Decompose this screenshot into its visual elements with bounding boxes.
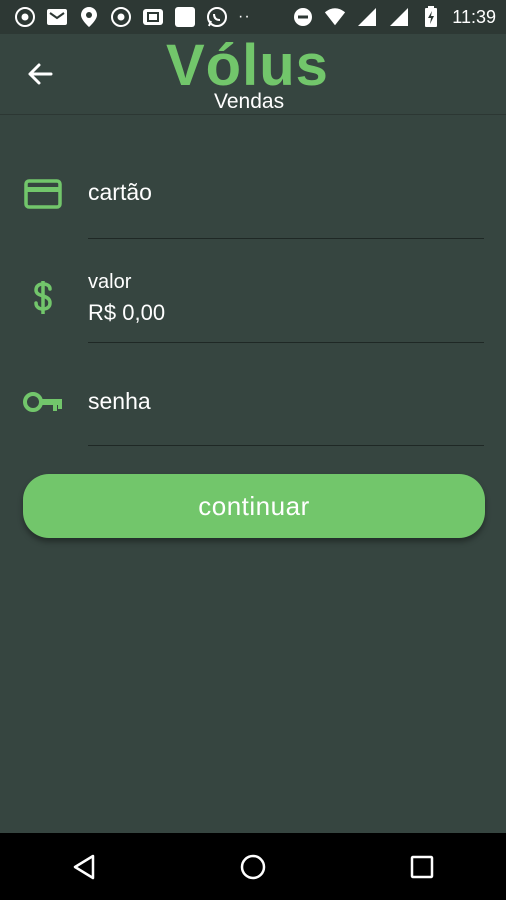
amount-underline bbox=[88, 342, 484, 343]
do-not-disturb-icon bbox=[292, 6, 314, 28]
nav-recents-icon bbox=[410, 855, 433, 878]
clock: 11:39 bbox=[452, 6, 496, 27]
nav-recents-button[interactable] bbox=[392, 837, 452, 897]
logo-subtitle: Vendas bbox=[214, 90, 285, 113]
nav-home-button[interactable] bbox=[223, 837, 283, 897]
nav-back-button[interactable] bbox=[54, 837, 114, 897]
maps-pin-icon bbox=[78, 6, 100, 28]
card-input[interactable]: cartão bbox=[88, 179, 152, 206]
app-logo: Vólus Vendas bbox=[166, 33, 346, 114]
credit-card-icon bbox=[22, 178, 64, 210]
dollar-icon bbox=[22, 280, 64, 316]
back-button[interactable] bbox=[22, 56, 58, 92]
logo-wordmark: Vólus bbox=[166, 33, 329, 98]
wifi-icon bbox=[324, 6, 346, 28]
nav-back-icon bbox=[74, 854, 95, 879]
password-input[interactable]: senha bbox=[88, 388, 151, 415]
battery-charging-icon bbox=[420, 6, 442, 28]
arrow-back-icon bbox=[28, 63, 53, 85]
card-underline bbox=[88, 238, 484, 239]
nav-home-icon bbox=[240, 854, 266, 879]
gmail-icon bbox=[46, 6, 68, 28]
continue-button[interactable]: continuar bbox=[23, 474, 485, 538]
blank-app-icon bbox=[174, 6, 196, 28]
chrome-icon bbox=[14, 6, 36, 28]
system-icons: 11:39 bbox=[292, 6, 496, 28]
chrome-icon bbox=[110, 6, 132, 28]
amount-input[interactable]: R$ 0,00 bbox=[88, 300, 165, 326]
status-bar: ·· 11:39 bbox=[0, 0, 506, 34]
signal-icon bbox=[356, 6, 378, 28]
more-notifications-indicator: ·· bbox=[238, 8, 251, 25]
password-underline bbox=[88, 445, 484, 446]
signal-icon bbox=[388, 6, 410, 28]
cast-icon bbox=[142, 6, 164, 28]
notification-icons: ·· bbox=[14, 6, 251, 28]
system-nav-bar bbox=[0, 833, 506, 900]
key-icon bbox=[22, 387, 64, 417]
whatsapp-icon bbox=[206, 6, 228, 28]
app-bar: Vólus Vendas bbox=[0, 34, 506, 115]
amount-label: valor bbox=[88, 271, 132, 293]
